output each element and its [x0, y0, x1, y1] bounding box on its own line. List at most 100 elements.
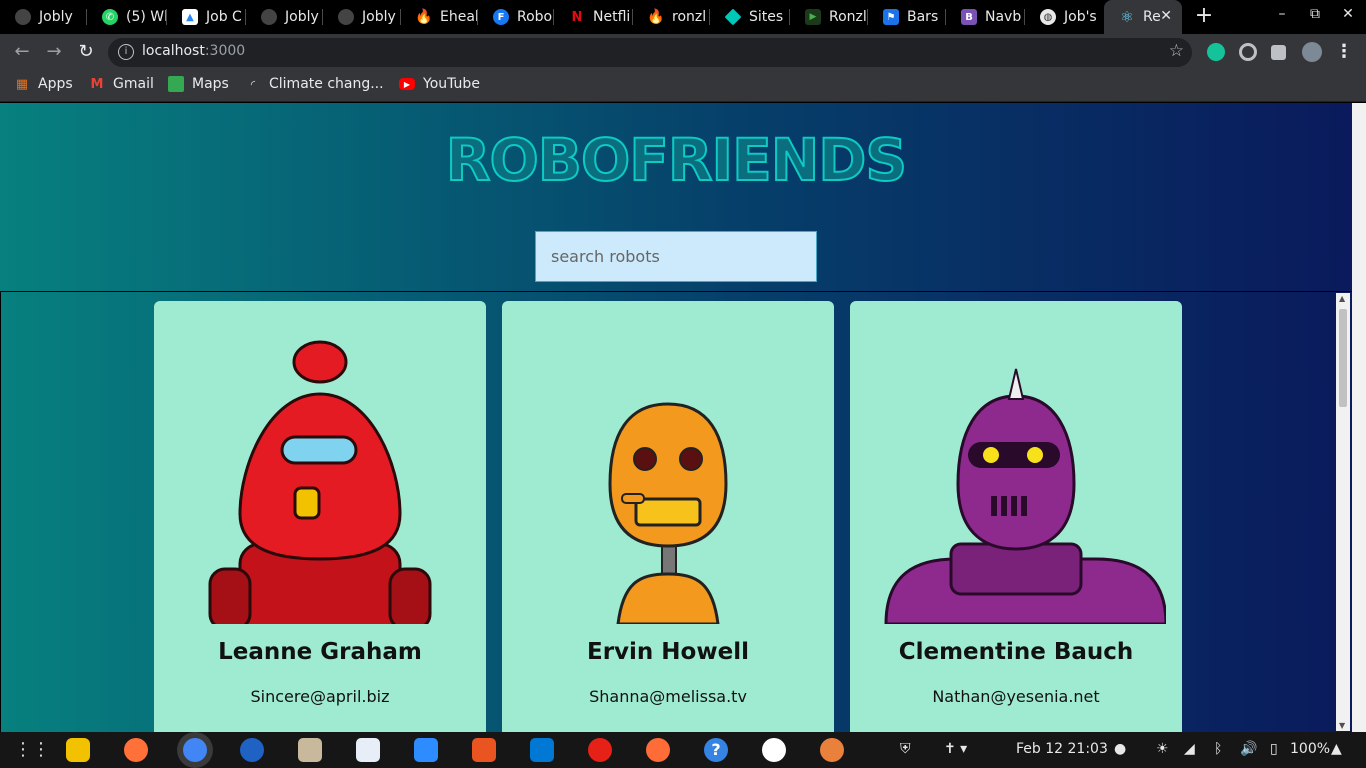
brightness-icon[interactable]: ☀	[1156, 741, 1169, 757]
url-text[interactable]: localhost:3000	[142, 43, 245, 59]
scrollbar-thumb[interactable]	[1339, 309, 1347, 407]
browser-tab[interactable]: ✆(5) Wh	[87, 0, 167, 34]
tab-strip: Jobly ✆(5) Wh ▲Job C Jobly Jobly 🔥Eheal …	[0, 0, 1366, 34]
app-page: ROBOFRIENDS Leanne Graham Sincere@april.…	[0, 103, 1352, 732]
robot-name: Leanne Graham	[218, 639, 422, 665]
scroll-down-arrow-icon[interactable]: ▼	[1339, 721, 1345, 730]
browser-tab[interactable]: ▶ Ronzl	[790, 0, 868, 34]
wifi-icon[interactable]: ◢	[1184, 741, 1195, 757]
browser-tab[interactable]: 🔥 ronzl	[633, 0, 710, 34]
bootstrap-icon: B	[961, 9, 977, 25]
profile-avatar[interactable]	[1302, 42, 1322, 62]
notification-dot-icon: ●	[1114, 741, 1127, 757]
github-icon	[338, 9, 354, 25]
robot-card[interactable]: Clementine Bauch Nathan@yesenia.net	[850, 301, 1182, 732]
browser-tab[interactable]: Jobly	[0, 0, 87, 34]
close-window-icon[interactable]: ✕	[1338, 6, 1358, 22]
browser-tab[interactable]: N Netfli	[554, 0, 633, 34]
apps-grid-icon: ▦	[15, 76, 29, 92]
browser-tab[interactable]: ⚑ Bars	[868, 0, 946, 34]
bookmark-star-icon[interactable]: ☆	[1169, 41, 1184, 61]
taskbar: ⋮⋮ ? ⛨ ✝ ▾ Feb 12 21:03 ● ☀ ◢ ᛒ 🔊 ▯ 100%…	[0, 732, 1366, 768]
netflix-icon: N	[571, 9, 583, 25]
robot-email: Nathan@yesenia.net	[932, 687, 1100, 706]
bluetooth-icon[interactable]: ᛒ	[1214, 741, 1222, 757]
clock[interactable]: Feb 12 21:03	[1016, 741, 1108, 757]
youtube-music-icon[interactable]	[588, 738, 612, 762]
software-center-icon[interactable]	[472, 738, 496, 762]
tray-menu-icon[interactable]: ▲	[1331, 741, 1342, 757]
card-list-scrollbar[interactable]: ▲ ▼	[1336, 293, 1350, 731]
github-icon	[15, 9, 31, 25]
rhythmbox-icon[interactable]	[66, 738, 90, 762]
browser-tab-active[interactable]: ⚛ Re ✕	[1104, 0, 1182, 34]
files-icon[interactable]	[298, 738, 322, 762]
atlassian-icon: ▲	[182, 9, 198, 25]
restore-window-icon[interactable]: ⧉	[1305, 6, 1325, 22]
thunderbird-icon[interactable]	[240, 738, 264, 762]
extensions-puzzle-icon[interactable]	[1271, 45, 1286, 60]
writer-icon[interactable]	[356, 738, 380, 762]
bookmark-gmail[interactable]: M Gmail	[89, 76, 154, 92]
zoom-icon[interactable]	[414, 738, 438, 762]
gmail-icon: M	[90, 76, 104, 92]
robot-avatar	[518, 324, 818, 624]
firefox-icon[interactable]	[124, 738, 148, 762]
bookmark-apps[interactable]: ▦ Apps	[14, 76, 73, 92]
page-icon: ◜	[250, 77, 256, 91]
address-bar[interactable]: i localhost:3000 ☆	[108, 38, 1192, 67]
shield-icon[interactable]: ⛨	[900, 741, 911, 757]
bookmark-youtube[interactable]: ▶ YouTube	[399, 76, 480, 92]
close-tab-icon[interactable]: ✕	[1160, 8, 1172, 24]
browser-tab[interactable]: ▲ Job C	[167, 0, 246, 34]
browser-menu-icon[interactable]: ⋮	[1335, 41, 1353, 62]
app-grid-icon[interactable]: ⋮⋮	[14, 738, 50, 762]
scroll-up-arrow-icon[interactable]: ▲	[1339, 294, 1345, 303]
search-input[interactable]	[535, 231, 817, 282]
forward-button[interactable]: →	[42, 40, 66, 64]
back-button[interactable]: ←	[10, 40, 34, 64]
browser-tab[interactable]: 🔥 Eheal	[401, 0, 478, 34]
firebase-icon: 🔥	[647, 9, 665, 25]
chrome-icon[interactable]	[183, 738, 207, 762]
browser-tab[interactable]: F Robo	[478, 0, 554, 34]
battery-icon[interactable]: ▯	[1270, 741, 1278, 757]
reload-button[interactable]: ↻	[74, 40, 98, 64]
slack-icon[interactable]	[762, 738, 786, 762]
bookmark-climate[interactable]: ◜ Climate chang...	[245, 76, 384, 92]
maps-icon	[168, 76, 184, 92]
vscode-icon[interactable]	[530, 738, 554, 762]
bookmarks-bar: ▦ Apps M Gmail Maps ◜ Climate chang... ▶ You…	[0, 70, 1366, 102]
browser-tab[interactable]: Jobly	[323, 0, 401, 34]
youtube-icon: ▶	[399, 78, 415, 90]
battery-percent: 100%	[1290, 741, 1331, 757]
bookmark-maps[interactable]: Maps	[168, 76, 229, 92]
page-title: ROBOFRIENDS	[445, 126, 908, 194]
robot-card[interactable]: Ervin Howell Shanna@melissa.tv	[502, 301, 834, 732]
new-tab-button[interactable]: +	[1192, 4, 1216, 28]
grammarly-icon[interactable]	[1207, 43, 1225, 61]
page-scrollbar-track	[1352, 103, 1366, 732]
extension-target-icon[interactable]	[1239, 43, 1257, 61]
accessibility-icon[interactable]: ✝ ▾	[944, 741, 967, 757]
terminal-icon: ▶	[805, 9, 821, 25]
postman-icon[interactable]	[646, 738, 670, 762]
globe-icon: ◍	[1040, 9, 1056, 25]
browser-tab[interactable]: Jobly	[246, 0, 323, 34]
site-info-icon[interactable]: i	[118, 44, 134, 60]
browser-tab[interactable]: Sites	[710, 0, 790, 34]
flag-icon: ⚑	[883, 9, 899, 25]
minimize-window-icon[interactable]: –	[1272, 6, 1292, 22]
card-list-scroll[interactable]: Leanne Graham Sincere@april.biz Ervin Ho…	[0, 291, 1352, 732]
browser-tab[interactable]: ◍ Job's	[1025, 0, 1104, 34]
robot-avatar	[866, 324, 1166, 624]
robot-card[interactable]: Leanne Graham Sincere@april.biz	[154, 301, 486, 732]
postgres-icon[interactable]	[820, 738, 844, 762]
volume-icon[interactable]: 🔊	[1240, 741, 1257, 757]
robot-avatar	[170, 324, 470, 624]
whatsapp-icon: ✆	[102, 9, 118, 25]
browser-tab[interactable]: B Navb	[946, 0, 1025, 34]
help-icon[interactable]: ?	[704, 738, 728, 762]
react-icon: ⚛	[1120, 8, 1134, 26]
robot-name: Clementine Bauch	[898, 639, 1134, 665]
